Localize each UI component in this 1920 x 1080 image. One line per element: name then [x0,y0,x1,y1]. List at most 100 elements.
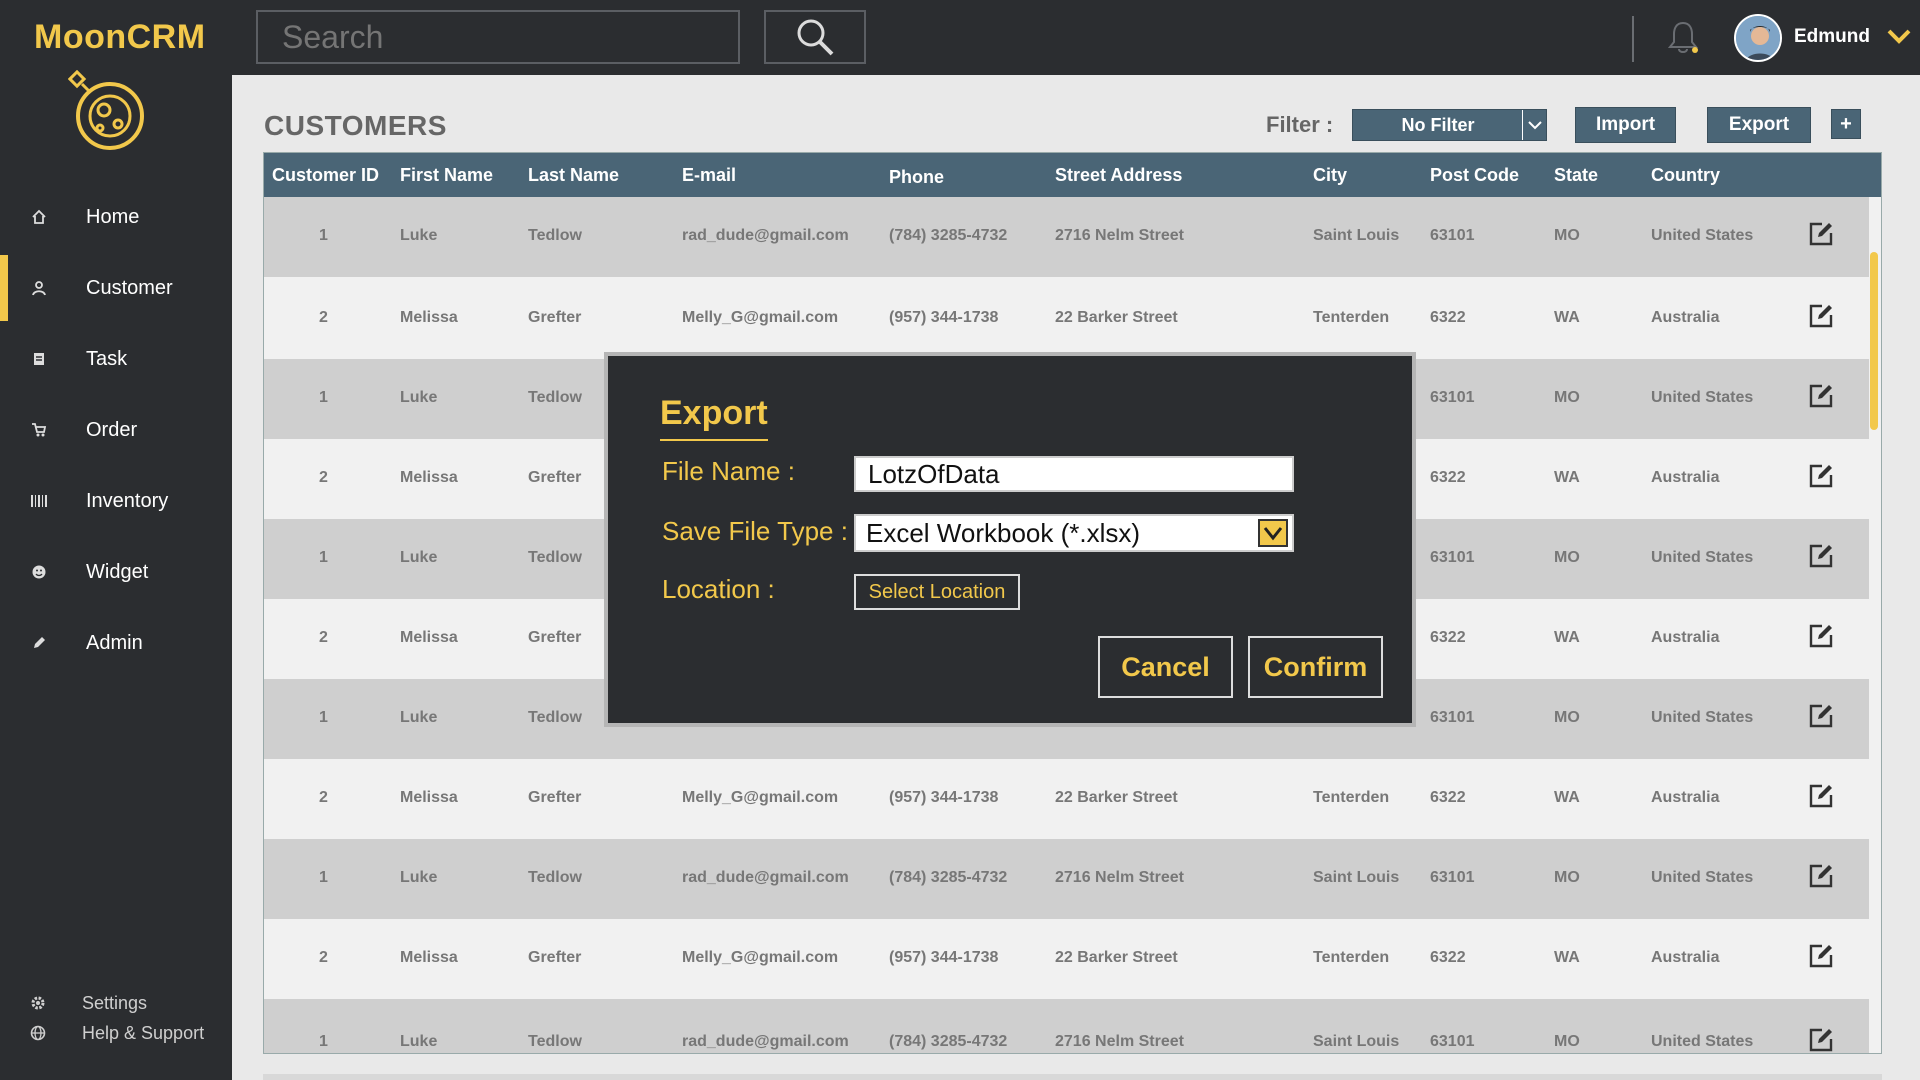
sidebar-item-task[interactable]: Task [0,326,232,392]
edit-icon[interactable] [1808,703,1834,729]
search-input[interactable] [256,10,740,64]
confirm-button[interactable]: Confirm [1248,636,1383,698]
column-header-street-address[interactable]: Street Address [1055,165,1182,186]
cell-phone: (957) 344-1738 [889,949,999,966]
cell-first-name: Melissa [400,309,458,326]
cancel-button[interactable]: Cancel [1098,636,1233,698]
column-header-last-name[interactable]: Last Name [528,165,619,186]
sidebar-link-label: Help & Support [82,1022,205,1043]
edit-icon[interactable] [1808,1027,1834,1053]
cell-country: Australia [1651,629,1720,646]
cell-customer-id: 2 [319,469,328,486]
edit-icon[interactable] [1808,303,1834,329]
app-logo-text: MoonCRM [34,18,206,56]
sidebar-item-label: Task [86,347,128,370]
cell-customer-id: 2 [319,789,328,806]
cell-email: rad_dude@gmail.com [682,227,849,244]
cell-post-code: 63101 [1430,869,1475,886]
chevron-down-icon [1258,519,1288,547]
file-type-select[interactable]: Excel Workbook (*.xlsx) [854,514,1294,552]
sidebar-item-order[interactable]: Order [0,397,232,463]
edit-icon[interactable] [1808,943,1834,969]
cell-customer-id: 2 [319,309,328,326]
cell-first-name: Melissa [400,469,458,486]
edit-icon[interactable] [1808,623,1834,649]
cell-post-code: 63101 [1430,227,1475,244]
column-header-post-code[interactable]: Post Code [1430,165,1519,186]
table-row[interactable]: 2 Melissa Grefter Melly_G@gmail.com (957) 34… [264,279,1869,359]
edit-icon[interactable] [1808,463,1834,489]
table-row[interactable]: 1 Luke Tedlow rad_dude@gmail.com (784) 3285-… [264,839,1869,919]
cell-street-address: 2716 Nelm Street [1055,869,1184,886]
cell-last-name: Tedlow [528,709,582,726]
sidebar-item-label: Customer [86,276,173,299]
table-row[interactable]: 2 Melissa Grefter Melly_G@gmail.com (957) 34… [264,759,1869,839]
column-header-country[interactable]: Country [1651,165,1720,186]
cell-first-name: Melissa [400,949,458,966]
table-row[interactable]: 2 Melissa Grefter Melly_G@gmail.com (957) 34… [264,919,1869,999]
cell-state: MO [1554,709,1580,726]
table-row[interactable]: 1 Luke Tedlow rad_dude@gmail.com (784) 3285-… [264,999,1869,1053]
column-header-phone[interactable]: Phone [889,167,944,188]
cell-customer-id: 1 [319,389,328,406]
cell-state: MO [1554,389,1580,406]
sidebar-item-widget[interactable]: Widget [0,539,232,605]
sidebar-item-customer[interactable]: Customer [0,255,232,321]
cell-country: United States [1651,389,1754,406]
top-bar: Edmund [232,0,1920,75]
cell-city: Saint Louis [1313,227,1400,244]
cell-last-name: Grefter [528,469,582,486]
user-name[interactable]: Edmund [1794,26,1870,48]
filter-select[interactable]: No Filter [1352,109,1547,141]
sidebar-item-inventory[interactable]: Inventory [0,468,232,534]
cell-country: United States [1651,709,1754,726]
cell-city: Tenterden [1313,949,1390,966]
edit-icon[interactable] [1808,221,1834,247]
select-location-button[interactable]: Select Location [854,574,1020,610]
sidebar-item-label: Home [86,205,140,228]
table-header: Customer ID First Name Last Name E-mail Phon… [264,153,1881,197]
search-icon [797,19,834,56]
cell-country: United States [1651,869,1754,886]
sidebar-link-globe[interactable]: Help & Support [0,1018,232,1048]
cell-customer-id: 1 [319,549,328,566]
file-name-field[interactable] [854,456,1294,492]
sidebar-item-home[interactable]: Home [0,184,232,250]
file-name-label: File Name : [662,456,795,486]
avatar[interactable] [1734,14,1782,62]
cell-country: Australia [1651,469,1720,486]
cell-state: WA [1554,789,1580,806]
cell-email: rad_dude@gmail.com [682,869,849,886]
bell-icon[interactable] [1666,20,1700,56]
chevron-down-icon[interactable] [1887,27,1911,45]
edit-icon[interactable] [1808,863,1834,889]
cell-post-code: 6322 [1430,469,1466,486]
cell-first-name: Luke [400,389,438,406]
cell-post-code: 6322 [1430,629,1466,646]
cell-customer-id: 1 [319,1033,328,1050]
sidebar-item-admin[interactable]: Admin [0,610,232,676]
column-header-customer-id[interactable]: Customer ID [272,165,379,186]
column-header-email[interactable]: E-mail [682,165,736,186]
cell-email: rad_dude@gmail.com [682,1033,849,1050]
export-button[interactable]: Export [1707,107,1811,143]
edit-icon[interactable] [1808,383,1834,409]
cell-email: Melly_G@gmail.com [682,789,839,806]
table-scrollbar[interactable] [1870,252,1878,430]
search-button[interactable] [764,10,866,64]
column-header-state[interactable]: State [1554,165,1598,186]
import-button[interactable]: Import [1575,107,1676,143]
task-icon [30,350,48,368]
cell-last-name: Tedlow [528,869,582,886]
edit-icon[interactable] [1808,543,1834,569]
column-header-city[interactable]: City [1313,165,1347,186]
add-button[interactable]: + [1831,109,1861,139]
cell-country: Australia [1651,949,1720,966]
column-header-first-name[interactable]: First Name [400,165,493,186]
export-dialog: Export File Name : Save File Type : Exce… [604,352,1416,727]
cell-phone: (784) 3285-4732 [889,869,1008,886]
sidebar-link-gear[interactable]: Settings [0,988,232,1018]
barcode-icon [30,492,48,510]
edit-icon[interactable] [1808,783,1834,809]
table-row[interactable]: 1 Luke Tedlow rad_dude@gmail.com (784) 3285-… [264,197,1869,277]
